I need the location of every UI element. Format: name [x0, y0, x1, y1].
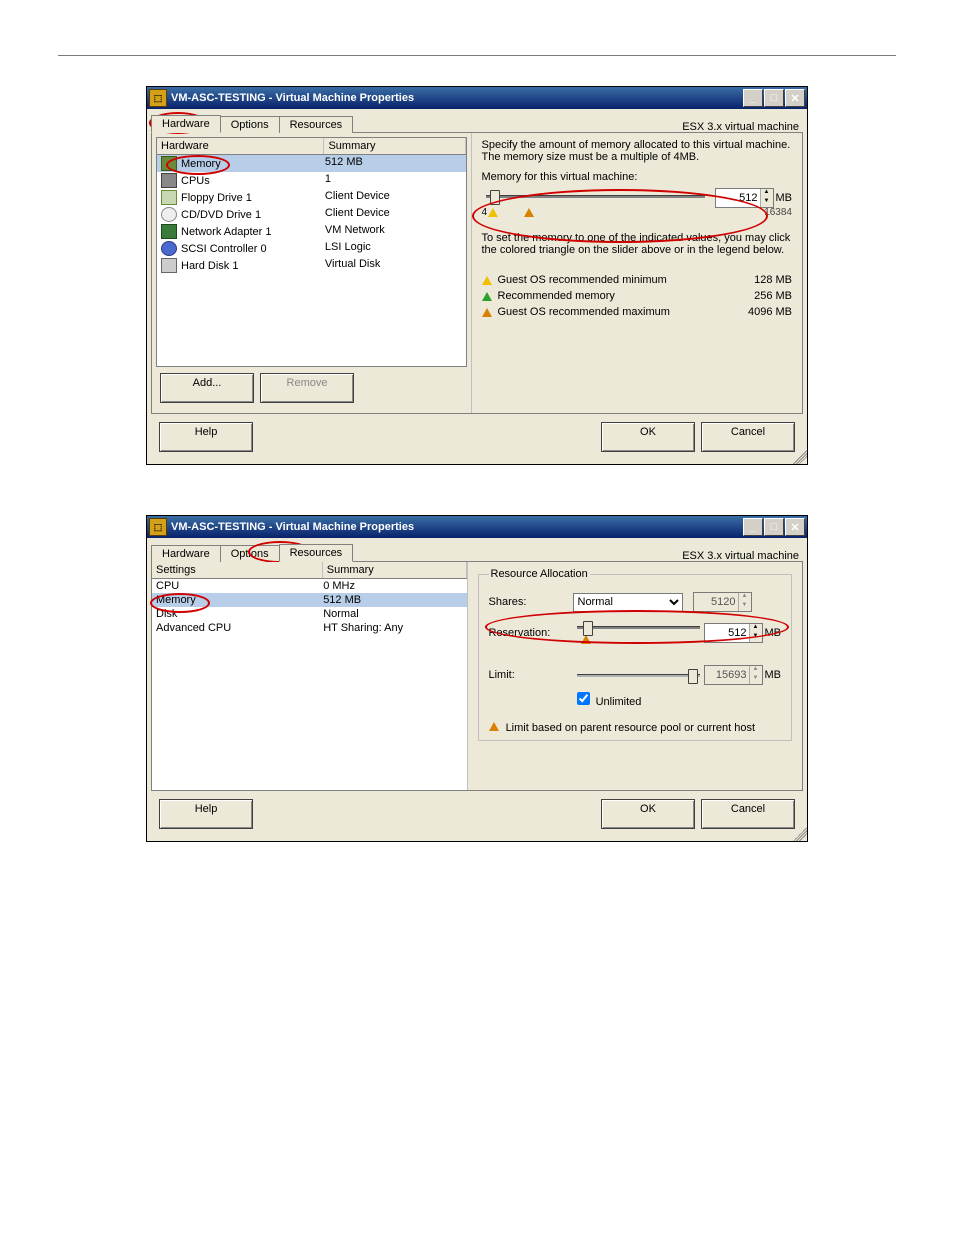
shares-spinner: ▲▼ — [693, 592, 752, 612]
tab-options[interactable]: Options — [220, 116, 280, 133]
cpu-icon — [161, 173, 177, 188]
titlebar[interactable]: ⬚ VM-ASC-TESTING - Virtual Machine Prope… — [147, 87, 807, 109]
ok-button[interactable]: OK — [601, 422, 695, 452]
limit-label: Limit: — [489, 669, 573, 681]
memory-unit: MB — [776, 192, 793, 204]
reservation-spinner[interactable]: ▲▼ — [704, 623, 763, 643]
tab-hardware[interactable]: Hardware — [151, 545, 221, 562]
help-button[interactable]: Help — [159, 422, 253, 452]
vm-properties-window-hardware: ⬚ VM-ASC-TESTING - Virtual Machine Prope… — [146, 86, 808, 465]
max-marker-icon[interactable] — [524, 208, 534, 217]
reservation-slider[interactable] — [577, 620, 700, 634]
row-memory[interactable]: Memory512 MB — [152, 593, 467, 607]
cd-icon — [161, 207, 177, 222]
ok-button[interactable]: OK — [601, 799, 695, 829]
help-button[interactable]: Help — [159, 799, 253, 829]
memory-spinner[interactable]: ▲▼ — [715, 188, 774, 208]
shares-label: Shares: — [489, 596, 573, 608]
legend-max-icon[interactable] — [482, 308, 492, 317]
app-icon: ⬚ — [149, 89, 167, 107]
col-hardware: Hardware — [157, 138, 324, 154]
hardware-list: Hardware Summary Memory512 MB CPUs1 Flop… — [156, 137, 467, 367]
row-cpu[interactable]: CPU0 MHz — [152, 579, 467, 593]
tab-resources[interactable]: Resources — [279, 544, 354, 562]
col-summary: Summary — [323, 562, 467, 578]
col-summary: Summary — [324, 138, 465, 154]
scale-max: 16384 — [764, 207, 792, 218]
unlimited-checkbox[interactable]: Unlimited — [573, 689, 642, 708]
resize-grip[interactable] — [793, 450, 807, 464]
limit-unit: MB — [765, 669, 782, 681]
scsi-icon — [161, 241, 177, 256]
close-button[interactable]: ✕ — [785, 518, 805, 536]
min-marker-icon[interactable] — [488, 208, 498, 217]
titlebar[interactable]: ⬚ VM-ASC-TESTING - Virtual Machine Prope… — [147, 516, 807, 538]
reservation-unit: MB — [765, 627, 782, 639]
maximize-button[interactable]: □ — [764, 518, 784, 536]
row-nic[interactable]: Network Adapter 1VM Network — [157, 223, 466, 240]
reservation-label: Reservation: — [489, 627, 573, 639]
remove-button: Remove — [260, 373, 354, 403]
floppy-icon — [161, 190, 177, 205]
network-icon — [161, 224, 177, 239]
row-cddvd[interactable]: CD/DVD Drive 1Client Device — [157, 206, 466, 223]
group-title: Resource Allocation — [489, 568, 590, 580]
maximize-button[interactable]: □ — [764, 89, 784, 107]
memory-field-label: Memory for this virtual machine: — [482, 171, 793, 183]
minimize-button[interactable]: _ — [743, 89, 763, 107]
hdd-icon — [161, 258, 177, 273]
esx-version-label: ESX 3.x virtual machine — [352, 550, 803, 562]
row-hdd[interactable]: Hard Disk 1Virtual Disk — [157, 257, 466, 274]
memory-icon — [161, 156, 177, 171]
row-cpus[interactable]: CPUs1 — [157, 172, 466, 189]
settings-list: Settings Summary CPU0 MHz Memory512 MB D… — [152, 562, 467, 790]
vm-properties-window-resources: ⬚ VM-ASC-TESTING - Virtual Machine Prope… — [146, 515, 808, 842]
window-title: VM-ASC-TESTING - Virtual Machine Propert… — [171, 521, 743, 533]
app-icon: ⬚ — [149, 518, 167, 536]
close-button[interactable]: ✕ — [785, 89, 805, 107]
row-floppy[interactable]: Floppy Drive 1Client Device — [157, 189, 466, 206]
window-title: VM-ASC-TESTING - Virtual Machine Propert… — [171, 92, 743, 104]
tab-options[interactable]: Options — [220, 545, 280, 562]
add-button[interactable]: Add... — [160, 373, 254, 403]
row-scsi[interactable]: SCSI Controller 0LSI Logic — [157, 240, 466, 257]
resource-allocation-group: Resource Allocation Shares: Normal ▲▼ Re… — [478, 568, 793, 741]
minimize-button[interactable]: _ — [743, 518, 763, 536]
memory-description: Specify the amount of memory allocated t… — [482, 139, 793, 163]
col-settings: Settings — [152, 562, 323, 578]
cancel-button[interactable]: Cancel — [701, 799, 795, 829]
cancel-button[interactable]: Cancel — [701, 422, 795, 452]
reservation-marker-icon[interactable] — [581, 635, 591, 644]
limit-note-icon — [489, 722, 499, 731]
row-memory[interactable]: Memory512 MB — [157, 155, 466, 172]
esx-version-label: ESX 3.x virtual machine — [352, 121, 803, 133]
memory-note: To set the memory to one of the indicate… — [482, 232, 793, 256]
memory-slider[interactable] — [486, 189, 705, 203]
shares-select[interactable]: Normal — [573, 593, 683, 612]
tab-hardware[interactable]: Hardware — [151, 115, 221, 133]
resize-grip[interactable] — [793, 827, 807, 841]
legend-rec-icon[interactable] — [482, 292, 492, 301]
row-advanced-cpu[interactable]: Advanced CPUHT Sharing: Any — [152, 621, 467, 635]
limit-slider — [577, 668, 700, 682]
limit-spinner: ▲▼ — [704, 665, 763, 685]
tab-resources[interactable]: Resources — [279, 116, 354, 133]
row-disk[interactable]: DiskNormal — [152, 607, 467, 621]
legend-min-icon[interactable] — [482, 276, 492, 285]
scale-min: 4 — [482, 207, 488, 218]
memory-legend: Guest OS recommended minimum128 MB Recom… — [482, 272, 793, 320]
limit-note: Limit based on parent resource pool or c… — [506, 722, 755, 734]
